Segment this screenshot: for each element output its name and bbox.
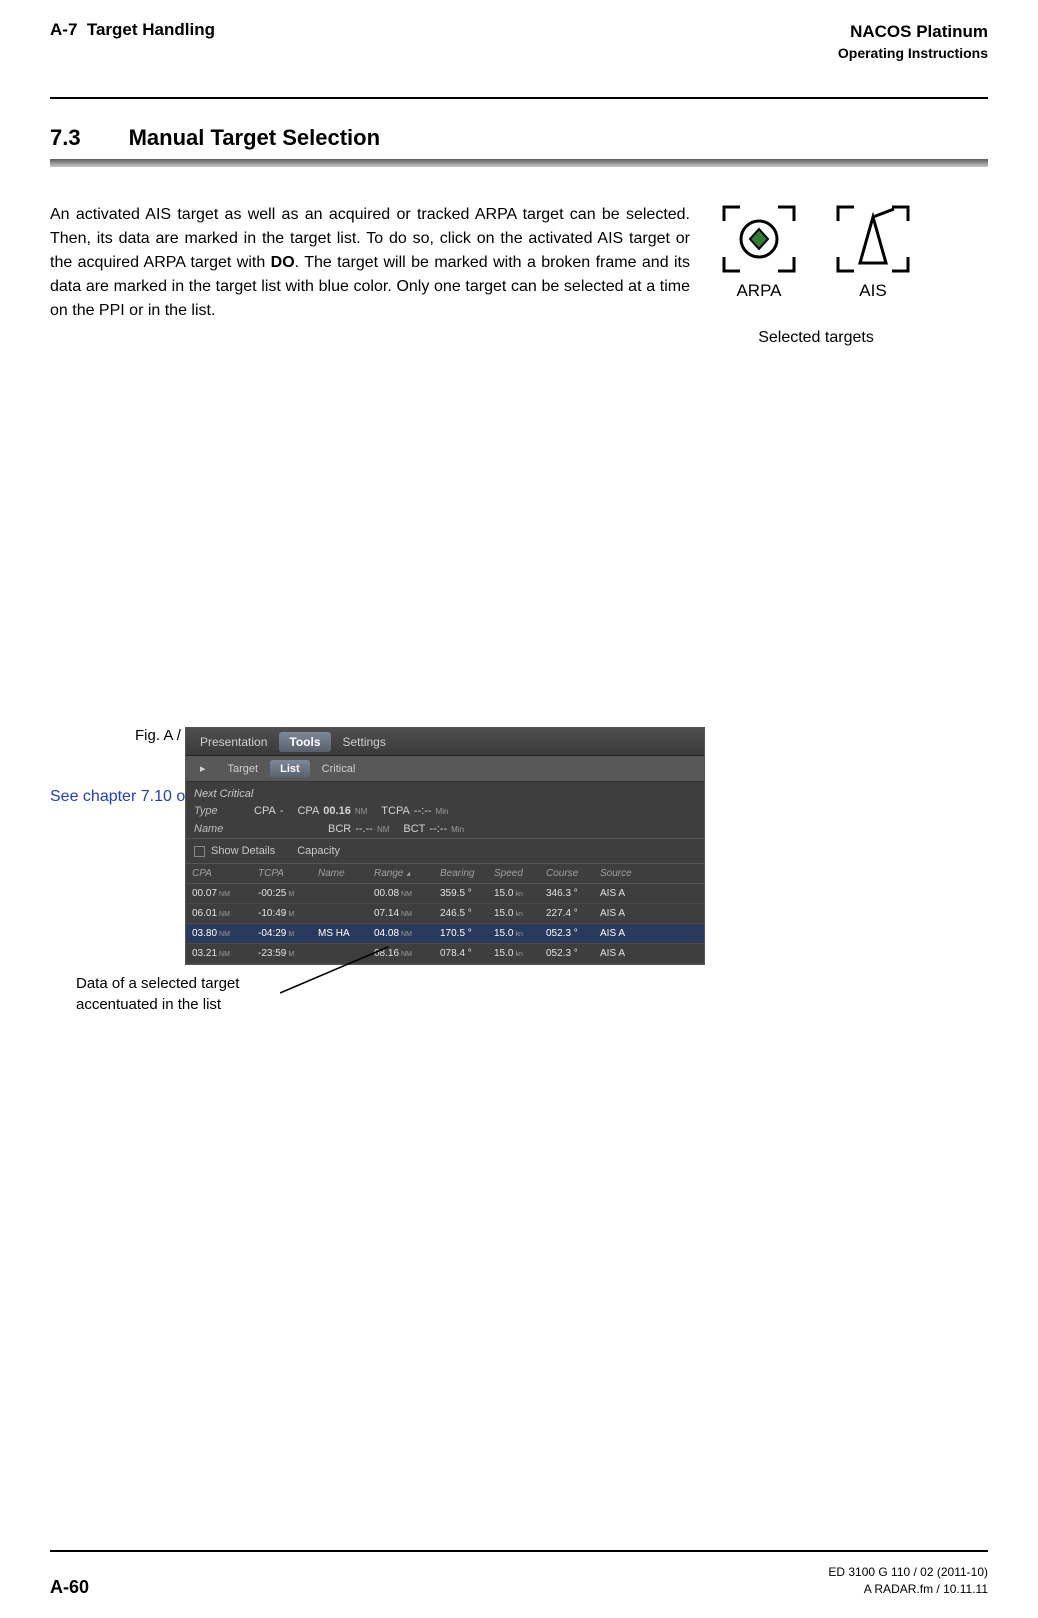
figure-area: Presentation Tools Settings ▸ Target Lis… — [50, 727, 988, 744]
type-flag: - — [280, 805, 284, 817]
chapter-number: A-7 — [50, 20, 77, 39]
pill-critical[interactable]: Critical — [312, 760, 366, 778]
tab-settings[interactable]: Settings — [333, 732, 396, 752]
tcpa-unit: Min — [436, 807, 449, 816]
callout-text: Data of a selected target accentuated in… — [76, 974, 296, 1015]
ais-selected-icon — [834, 203, 912, 275]
section-number: 7.3 — [50, 125, 81, 151]
col-tcpa[interactable]: TCPA — [258, 868, 318, 879]
footer-doc-id: ED 3100 G 110 / 02 (2011-10) — [828, 1564, 988, 1581]
list-header: CPA TCPA Name Range▴ Bearing Speed Cours… — [186, 863, 704, 884]
name-label: Name — [194, 823, 240, 835]
tcpa-value: --:-- — [414, 805, 432, 817]
next-critical-label: Next Critical — [186, 782, 704, 802]
cpa-value: 00.16 — [323, 805, 351, 817]
footer-file-id: A RADAR.fm / 10.11.11 — [828, 1581, 988, 1598]
table-row[interactable]: 03.80NM-04:29MMS HA04.08NM170.5 °15.0kn0… — [186, 924, 704, 944]
list-body: 00.07NM-00:25M00.08NM359.5 °15.0kn346.3 … — [186, 884, 704, 964]
show-details-checkbox[interactable] — [194, 846, 205, 857]
body-paragraph: An activated AIS target as well as an ac… — [50, 203, 690, 323]
ais-icon-cell: AIS — [834, 203, 912, 301]
section-rule — [50, 159, 988, 167]
type-value: CPA — [254, 805, 276, 817]
arpa-label: ARPA — [736, 281, 781, 301]
col-cpa[interactable]: CPA — [192, 868, 258, 879]
capacity-label[interactable]: Capacity — [297, 845, 340, 857]
bct-label: BCT — [403, 823, 425, 835]
show-details-row: Show Details Capacity — [186, 838, 704, 863]
bcr-value: --.-- — [355, 823, 373, 835]
panel-sub-tabs: ▸ Target List Critical — [186, 756, 704, 782]
cpa-label: CPA — [297, 805, 319, 817]
tcpa-label: TCPA — [381, 805, 410, 817]
icons-caption: Selected targets — [758, 329, 874, 347]
table-row[interactable]: 03.21NM-23:59M08.16NM078.4 °15.0kn052.3 … — [186, 944, 704, 964]
chapter-title: Target Handling — [87, 20, 215, 39]
product-name: NACOS Platinum — [838, 20, 988, 44]
callout-arrow — [280, 945, 400, 1015]
page-header: A-7 Target Handling NACOS Platinum Opera… — [50, 20, 988, 63]
col-range[interactable]: Range▴ — [374, 868, 440, 879]
next-critical-row-2: Name BCR --.-- NM BCT --:-- Min — [186, 820, 704, 838]
col-bearing[interactable]: Bearing — [440, 868, 494, 879]
arpa-icon-cell: ARPA — [720, 203, 798, 301]
tab-presentation[interactable]: Presentation — [190, 732, 277, 752]
chevron-icon[interactable]: ▸ — [190, 759, 216, 778]
header-right: NACOS Platinum Operating Instructions — [838, 20, 988, 63]
section-title: Manual Target Selection — [129, 125, 380, 151]
ais-label: AIS — [859, 281, 886, 301]
table-row[interactable]: 06.01NM-10:49M07.14NM246.5 °15.0kn227.4 … — [186, 904, 704, 924]
table-row[interactable]: 00.07NM-00:25M00.08NM359.5 °15.0kn346.3 … — [186, 884, 704, 904]
target-list-panel: Presentation Tools Settings ▸ Target Lis… — [185, 727, 705, 965]
bct-unit: Min — [451, 825, 464, 834]
bcr-label: BCR — [328, 823, 351, 835]
header-rule — [50, 97, 988, 99]
callout-line-1: Data of a selected target — [76, 974, 296, 994]
show-details-label[interactable]: Show Details — [211, 845, 275, 857]
panel-top-tabs: Presentation Tools Settings — [186, 728, 704, 756]
selected-targets-block: ARPA AIS Selected targets — [720, 203, 912, 347]
col-course[interactable]: Course — [546, 868, 600, 879]
footer-rule — [50, 1550, 988, 1552]
type-label: Type — [194, 805, 240, 817]
doc-subtitle: Operating Instructions — [838, 44, 988, 64]
next-critical-row-1: Type CPA- CPA 00.16 NM TCPA --:-- Min — [186, 802, 704, 820]
pill-list[interactable]: List — [270, 760, 310, 778]
pill-target[interactable]: Target — [218, 760, 269, 778]
col-name[interactable]: Name — [318, 868, 374, 879]
section-heading: 7.3 Manual Target Selection — [50, 125, 988, 151]
tab-tools[interactable]: Tools — [279, 732, 330, 752]
cpa-unit: NM — [355, 807, 367, 816]
col-source[interactable]: Source — [600, 868, 648, 879]
callout-line-2: accentuated in the list — [76, 995, 296, 1015]
bcr-unit: NM — [377, 825, 389, 834]
arpa-selected-icon — [720, 203, 798, 275]
header-left: A-7 Target Handling — [50, 20, 215, 40]
col-speed[interactable]: Speed — [494, 868, 546, 879]
page-footer: A-60 ED 3100 G 110 / 02 (2011-10) A RADA… — [50, 1564, 988, 1598]
page-number: A-60 — [50, 1577, 89, 1598]
sort-asc-icon: ▴ — [406, 869, 410, 878]
body-bold-do: DO — [271, 254, 295, 271]
bct-value: --:-- — [429, 823, 447, 835]
